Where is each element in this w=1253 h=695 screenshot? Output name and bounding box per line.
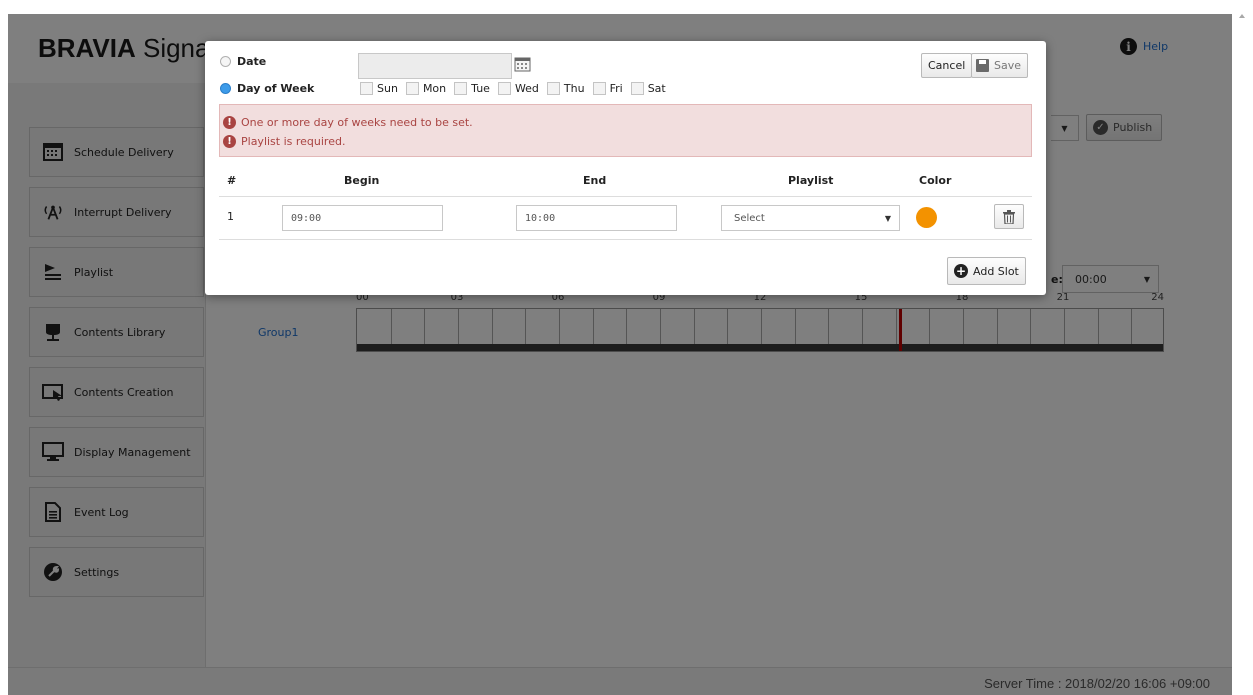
day-mon[interactable]: Mon: [405, 82, 447, 95]
add-slot-button[interactable]: + Add Slot: [947, 257, 1026, 285]
color-swatch[interactable]: [916, 207, 937, 228]
day-label: Mon: [422, 82, 447, 95]
cancel-button[interactable]: Cancel: [921, 53, 973, 78]
date-input[interactable]: [358, 53, 512, 79]
error-message: ! One or more day of weeks need to be se…: [223, 113, 1031, 132]
checkbox[interactable]: [497, 82, 511, 95]
playlist-select-value: Select: [734, 212, 765, 224]
error-text: Playlist is required.: [241, 135, 346, 148]
day-label: Sun: [377, 82, 398, 95]
day-label: Tue: [471, 82, 490, 95]
checkbox[interactable]: [630, 82, 644, 95]
save-label: Save: [994, 59, 1022, 72]
checkbox[interactable]: [592, 82, 606, 95]
date-label: Date: [237, 55, 267, 68]
save-button[interactable]: Save: [971, 53, 1029, 78]
date-radio[interactable]: [220, 56, 231, 67]
delete-slot-button[interactable]: [994, 204, 1024, 229]
day-tue[interactable]: Tue: [454, 82, 490, 95]
day-of-week-label: Day of Week: [237, 82, 315, 95]
day-wed[interactable]: Wed: [497, 82, 539, 95]
error-alert: ! One or more day of weeks need to be se…: [219, 104, 1032, 157]
divider: [219, 239, 1032, 240]
floppy-icon: [976, 59, 989, 72]
exclamation-icon: !: [223, 116, 236, 129]
scroll-up-icon: [1239, 14, 1245, 18]
error-text: One or more day of weeks need to be set.: [241, 116, 473, 129]
day-checkboxes: Sun Mon Tue Wed Thu Fri Sat: [360, 82, 666, 95]
divider: [219, 196, 1032, 197]
day-of-week-option[interactable]: Day of Week: [220, 82, 314, 95]
chevron-down-icon: ▼: [884, 213, 891, 223]
day-sat[interactable]: Sat: [630, 82, 666, 95]
page-scrollbar[interactable]: [1232, 0, 1253, 695]
column-header-begin: Begin: [344, 174, 380, 187]
day-label: Sat: [647, 82, 666, 95]
exclamation-icon: !: [223, 135, 236, 148]
day-fri[interactable]: Fri: [592, 82, 623, 95]
date-option[interactable]: Date: [220, 55, 266, 68]
slot-number: 1: [227, 210, 234, 223]
day-of-week-radio[interactable]: [220, 83, 231, 94]
begin-time-input[interactable]: 09:00: [282, 205, 443, 231]
day-label: Thu: [563, 82, 585, 95]
error-message: ! Playlist is required.: [223, 132, 1031, 151]
add-slot-label: Add Slot: [973, 264, 1019, 278]
column-header-num: #: [227, 174, 237, 187]
column-header-end: End: [583, 174, 607, 187]
plus-circle-icon: +: [954, 264, 968, 278]
column-header-color: Color: [919, 174, 952, 187]
checkbox[interactable]: [360, 82, 373, 95]
checkbox[interactable]: [454, 82, 468, 95]
calendar-icon[interactable]: [514, 56, 531, 73]
checkbox[interactable]: [405, 82, 419, 95]
day-sun[interactable]: Sun: [360, 82, 398, 95]
playlist-select[interactable]: Select ▼: [721, 205, 900, 231]
day-label: Fri: [609, 82, 623, 95]
end-time-input[interactable]: 10:00: [516, 205, 677, 231]
trash-icon: [1003, 209, 1015, 224]
schedule-slot-dialog: Date Day of Week Sun Mon Tue Wed Thu Fri…: [205, 41, 1046, 295]
day-label: Wed: [514, 82, 539, 95]
column-header-playlist: Playlist: [788, 174, 834, 187]
checkbox[interactable]: [546, 82, 560, 95]
day-thu[interactable]: Thu: [546, 82, 585, 95]
